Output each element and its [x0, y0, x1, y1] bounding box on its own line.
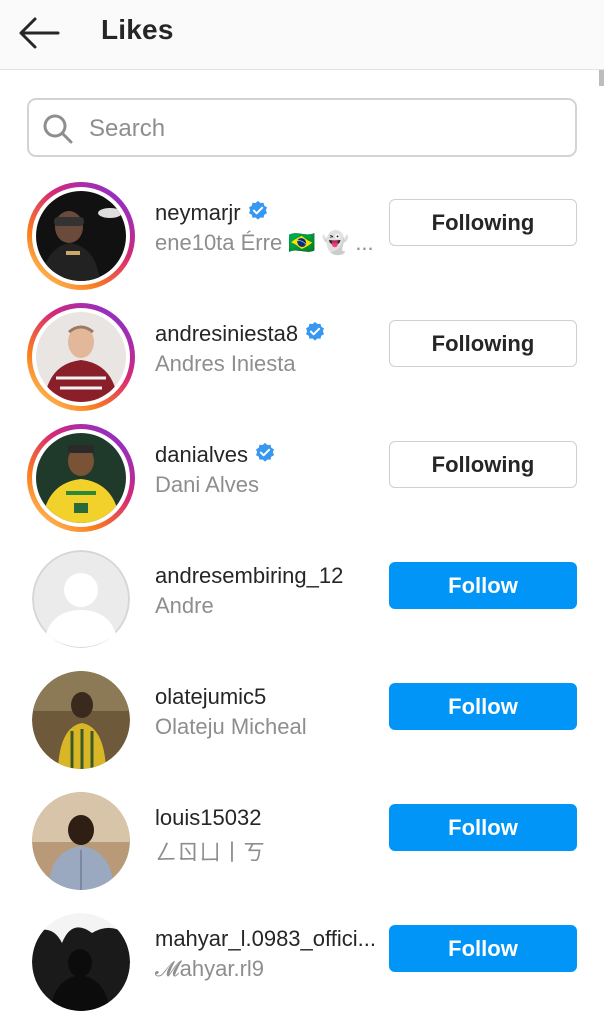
page-title: Likes	[101, 14, 174, 45]
list-item[interactable]: neymarjr ene10ta Érre 🇧🇷 👻 ... Following	[0, 173, 604, 294]
verified-badge-icon	[306, 321, 325, 341]
avatar-frame[interactable]	[27, 666, 135, 774]
list-item[interactable]: mahyar_l.0983_offici... 𝓜ahyar.rl9 Follo…	[0, 899, 604, 1020]
avatar-frame[interactable]	[27, 787, 135, 895]
full-name: Olateju Micheal	[155, 714, 307, 739]
avatar	[36, 191, 126, 281]
full-name: Dani Alves	[155, 472, 259, 497]
scrollbar[interactable]	[599, 70, 604, 86]
avatar-frame[interactable]	[27, 545, 135, 653]
search-icon	[43, 114, 73, 144]
full-name: ene10ta Érre 🇧🇷 👻 ...	[155, 230, 374, 255]
search-box[interactable]	[27, 98, 577, 157]
username[interactable]: neymarjr	[155, 200, 269, 226]
follow-button[interactable]: Follow	[389, 562, 577, 609]
search-input[interactable]	[87, 100, 561, 157]
default-avatar-icon	[32, 550, 130, 648]
app-header: Likes	[0, 0, 604, 70]
follow-button[interactable]: Follow	[389, 925, 577, 972]
list-item[interactable]: danialves Dani Alves Following	[0, 415, 604, 536]
arrow-left-icon	[19, 17, 60, 49]
avatar	[36, 312, 126, 402]
avatar	[32, 671, 130, 769]
back-button[interactable]	[16, 14, 62, 54]
story-ring[interactable]	[27, 424, 135, 532]
avatar	[36, 433, 126, 523]
story-ring[interactable]	[27, 182, 135, 290]
full-name: ㄥㄖㄩ丨ㄎ	[155, 840, 266, 865]
username[interactable]: andresembiring_12	[155, 563, 343, 589]
full-name: Andres Iniesta	[155, 351, 296, 376]
username[interactable]: danialves	[155, 442, 276, 468]
follow-button[interactable]: Follow	[389, 804, 577, 851]
follow-button[interactable]: Follow	[389, 683, 577, 730]
username[interactable]: mahyar_l.0983_offici...	[155, 926, 376, 952]
following-button[interactable]: Following	[389, 441, 577, 488]
verified-badge-icon	[248, 200, 267, 220]
following-button[interactable]: Following	[389, 320, 577, 367]
following-button[interactable]: Following	[389, 199, 577, 246]
avatar	[32, 913, 130, 1011]
full-name: 𝓜ahyar.rl9	[155, 956, 265, 981]
list-item[interactable]: olatejumic5 Olateju Micheal Follow	[0, 657, 604, 778]
username[interactable]: louis15032	[155, 805, 261, 831]
verified-badge-icon	[255, 442, 274, 462]
list-item[interactable]: andresembiring_12 Andre Follow	[0, 536, 604, 657]
full-name: Andre	[155, 593, 214, 618]
list-item[interactable]: louis15032 ㄥㄖㄩ丨ㄎ Follow	[0, 778, 604, 899]
avatar	[32, 792, 130, 890]
username[interactable]: olatejumic5	[155, 684, 266, 710]
list-item[interactable]: andresiniesta8 Andres Iniesta Following	[0, 294, 604, 415]
story-ring[interactable]	[27, 303, 135, 411]
username[interactable]: andresiniesta8	[155, 321, 326, 347]
